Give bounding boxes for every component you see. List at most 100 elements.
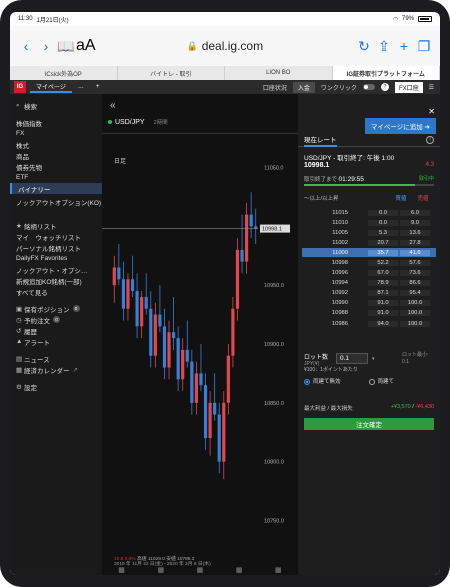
lots-input[interactable]: 0.1 [336, 353, 368, 364]
sidebar-item-fx[interactable]: FX [10, 128, 102, 139]
sidebar-search[interactable]: ⌕ 検索 [10, 100, 102, 111]
max-profit: +¥3,570 [390, 404, 411, 410]
confirm-order-button[interactable]: 注文確定 [304, 418, 434, 430]
ladder-row[interactable]: 10992 87.1 95.4 [302, 289, 436, 299]
deposit-button[interactable]: 入金 [292, 81, 315, 93]
ladder-buy-price[interactable]: 0.0 [368, 209, 398, 216]
more-menu[interactable]: … [72, 84, 90, 90]
ladder-buy-price[interactable]: 20.7 [368, 239, 398, 246]
address-bar[interactable]: 🔒 deal.ig.com [96, 39, 354, 53]
browser-tab[interactable]: LION BO [225, 66, 333, 80]
ladder-sell-price[interactable]: 100.0 [400, 310, 430, 317]
ladder-sell-price[interactable]: 27.8 [400, 239, 430, 246]
ladder-buy-price[interactable]: 35.7 [368, 249, 398, 256]
ladder-buy-price[interactable]: 91.0 [368, 300, 398, 307]
oneclick-toggle[interactable] [362, 84, 375, 90]
sidebar-item-binary[interactable]: バイナリー [10, 183, 102, 194]
app-top-bar: IG マイページ … + 口座状況 入金 ワンクリック ? FX口座 ☰ [10, 80, 440, 94]
add-tab-button[interactable]: + [90, 84, 106, 90]
ladder-buy-price[interactable]: 78.9 [368, 280, 398, 287]
ladder-buy-price[interactable]: 67.0 [368, 270, 398, 277]
sidebar-list-dailyfx[interactable]: DailyFX Favorites [10, 253, 102, 264]
ladder-buy-price[interactable]: 5.3 [368, 229, 398, 236]
ladder-sell-price[interactable]: 41.6 [400, 249, 430, 256]
calendar-tool-icon[interactable]: ▦ [118, 566, 125, 574]
ladder-row[interactable]: 10990 91.0 100.0 [302, 299, 436, 309]
sidebar-item-bond-futures[interactable]: 債券先物 [10, 161, 102, 172]
account-selector[interactable]: FX口座 [394, 81, 423, 93]
sidebar-item-stocks[interactable]: 株式 [10, 139, 102, 150]
ladder-row[interactable]: 11010 0.0 9.0 [302, 218, 436, 229]
sidebar-see-all[interactable]: すべて見る [10, 286, 102, 297]
ladder-sell-price[interactable]: 9.0 [400, 219, 430, 226]
sidebar-list-personal[interactable]: パーソナル銘柄リスト [10, 242, 102, 253]
ladder-sell-price[interactable]: 95.4 [400, 290, 430, 297]
sidebar-list-new-ko[interactable]: 新規追加KO銘柄(一部) [10, 275, 102, 286]
tab-current-rate[interactable]: 現在レート [304, 134, 337, 147]
close-icon[interactable]: ✕ [428, 107, 435, 116]
forward-icon[interactable]: › [36, 36, 56, 56]
account-status-menu[interactable]: 口座状況 [263, 83, 287, 92]
candlestick-chart[interactable]: 11050.011000.010950.010900.010850.010800… [102, 134, 298, 554]
sidebar-calendar[interactable]: ▦ 経済カレンダー ↗ [10, 364, 102, 375]
collapse-chevron-icon[interactable]: « [110, 100, 116, 111]
calendar-tool-icon[interactable]: ▦ [197, 566, 204, 574]
alerts-label: アラート [24, 339, 50, 347]
ladder-row[interactable]: 11002 20.7 27.8 [302, 238, 436, 249]
sidebar-positions[interactable]: ▣ 保有ポジション 0 [10, 303, 102, 314]
ladder-buy-price[interactable]: 87.1 [368, 290, 398, 297]
ladder-sell-price[interactable]: 100.0 [400, 320, 430, 327]
radio-hedge-disabled[interactable]: 両建て無効 [304, 377, 341, 385]
clock-icon: ◷ [16, 316, 22, 324]
sidebar-item-etf[interactable]: ETF [10, 172, 102, 183]
stepper-icon[interactable]: ▾ [372, 356, 375, 362]
ladder-buy-price[interactable]: 52.2 [368, 260, 398, 267]
calendar-tool-icon[interactable]: ▦ [275, 566, 282, 574]
ladder-sell-price[interactable]: 86.6 [400, 280, 430, 287]
sidebar-item-indices[interactable]: 株価指数 [10, 117, 102, 128]
new-tab-icon[interactable]: + [394, 36, 414, 56]
sidebar-orders[interactable]: ◷ 予約注文 0 [10, 314, 102, 325]
ladder-row[interactable]: 11015 0.0 6.0 [302, 208, 436, 219]
ladder-sell-price[interactable]: 57.6 [400, 260, 430, 267]
ladder-row[interactable]: 11000 35.7 41.6 [302, 248, 436, 259]
sidebar-news[interactable]: ▤ ニュース [10, 353, 102, 364]
ladder-row[interactable]: 10986 94.0 100.0 [302, 319, 436, 330]
info-icon[interactable]: i [426, 136, 434, 144]
ladder-row[interactable]: 10996 67.0 73.6 [302, 269, 436, 279]
menu-icon[interactable]: ☰ [429, 84, 434, 91]
calendar-tool-icon[interactable]: ▦ [157, 566, 164, 574]
add-to-mypage-button[interactable]: マイページに追加 ➜ [364, 118, 436, 134]
ladder-row[interactable]: 10988 91.0 100.0 [302, 309, 436, 320]
help-icon[interactable]: ? [380, 83, 389, 91]
sidebar-list-knockout[interactable]: ノックアウト・オプシ… [10, 264, 102, 275]
ladder-sell-price[interactable]: 100.0 [400, 300, 430, 307]
calendar-tool-icon[interactable]: ▦ [236, 566, 243, 574]
ladder-row[interactable]: 10998 52.2 57.6 [302, 258, 436, 269]
ladder-buy-price[interactable]: 94.0 [368, 320, 398, 327]
bookmarks-icon[interactable]: 📖 [56, 36, 76, 56]
ladder-row[interactable]: 10994 78.9 86.6 [302, 279, 436, 289]
ladder-buy-price[interactable]: 91.0 [368, 310, 398, 317]
ladder-sell-price[interactable]: 73.6 [400, 270, 430, 277]
sidebar-list-watchlist[interactable]: マイ ウォッチリスト [10, 231, 102, 242]
back-icon[interactable]: ‹ [16, 36, 36, 56]
nav-mypage[interactable]: マイページ [30, 82, 72, 93]
tabs-icon[interactable]: ❐ [414, 36, 434, 56]
ladder-buy-price[interactable]: 0.0 [368, 219, 398, 226]
browser-tab-active[interactable]: IG証券取引プラットフォーム [332, 66, 440, 80]
browser-tab[interactable]: バイトレ - 取引 [118, 66, 225, 80]
reader-button[interactable]: aA [76, 37, 96, 55]
share-icon[interactable]: ⇪ [374, 36, 394, 56]
ladder-row[interactable]: 11005 5.3 13.6 [302, 228, 436, 239]
sidebar-settings[interactable]: ⚙ 設定 [10, 381, 102, 392]
sidebar-history[interactable]: ↺ 履歴 [10, 325, 102, 336]
ladder-sell-price[interactable]: 13.6 [400, 229, 430, 236]
sidebar-item-knockout[interactable]: ノックアウトオプション(KO) [10, 194, 102, 214]
reload-icon[interactable]: ↻ [354, 36, 374, 56]
ladder-sell-price[interactable]: 6.0 [400, 209, 430, 216]
sidebar-alerts[interactable]: ▲ アラート [10, 336, 102, 347]
sidebar-item-commodities[interactable]: 商品 [10, 150, 102, 161]
browser-tab[interactable]: ICsick外為OP [10, 66, 118, 80]
radio-hedge[interactable]: 両建て [368, 377, 394, 385]
